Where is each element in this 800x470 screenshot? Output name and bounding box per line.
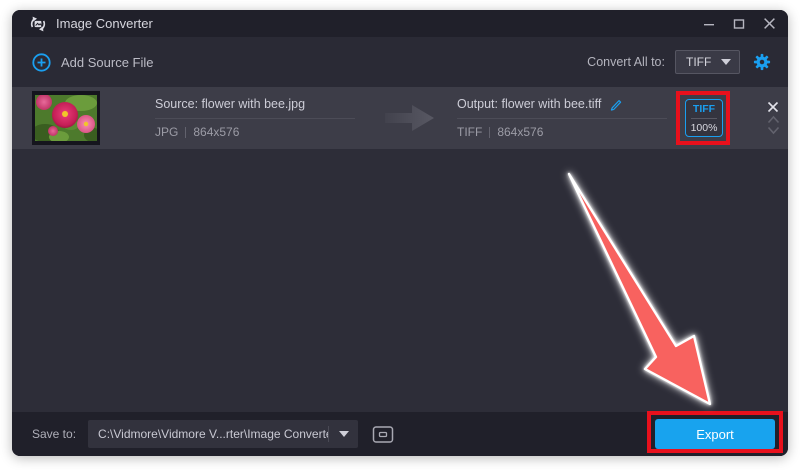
minimize-button[interactable]: [702, 17, 716, 31]
file-row-controls: [765, 101, 781, 135]
convert-all-format-dropdown[interactable]: TIFF: [675, 50, 740, 74]
browse-folder-button[interactable]: [370, 422, 396, 446]
chevron-up-icon: [767, 115, 780, 124]
flower-photo-image: [35, 95, 97, 141]
settings-button[interactable]: [752, 52, 772, 72]
remove-file-button[interactable]: [767, 101, 779, 113]
screenshot-stage: Image Converter Add Source F: [0, 0, 800, 470]
x-icon: [767, 101, 779, 113]
move-up-button[interactable]: [767, 115, 780, 124]
add-source-file-button[interactable]: Add Source File: [32, 53, 154, 72]
export-button[interactable]: Export: [655, 419, 775, 449]
folder-icon: [372, 425, 394, 444]
title-bar: Image Converter: [12, 10, 788, 37]
close-button[interactable]: [762, 17, 776, 31]
source-thumbnail[interactable]: [32, 91, 100, 145]
output-dimensions: 864x576: [497, 125, 543, 139]
badge-format-label: TIFF: [693, 103, 715, 118]
close-icon: [763, 17, 776, 30]
output-title-line: Output: flower with bee.tiff: [457, 97, 667, 118]
save-path-value: C:\Vidmore\Vidmore V...rter\Image Conver…: [88, 427, 328, 441]
output-format-badge[interactable]: TIFF 100%: [685, 99, 723, 137]
file-row[interactable]: Source: flower with bee.jpg JPG 864x576 …: [12, 87, 788, 149]
save-to-label: Save to:: [32, 427, 76, 441]
chevron-down-icon: [767, 126, 780, 135]
source-title: Source: flower with bee.jpg: [155, 97, 355, 118]
maximize-icon: [733, 18, 745, 30]
convert-all-to-label: Convert All to:: [587, 55, 665, 69]
app-window: Image Converter Add Source F: [12, 10, 788, 456]
output-format: TIFF: [457, 125, 482, 139]
toolbar-right: Convert All to: TIFF: [587, 50, 772, 74]
meta-divider: [185, 127, 186, 138]
save-path-select[interactable]: C:\Vidmore\Vidmore V...rter\Image Conver…: [88, 420, 358, 448]
file-list-empty-area: [12, 149, 788, 412]
maximize-button[interactable]: [732, 17, 746, 31]
arrow-right-icon: [385, 103, 435, 133]
footer-bar: Save to: C:\Vidmore\Vidmore V...rter\Ima…: [12, 412, 788, 456]
move-down-button[interactable]: [767, 126, 780, 135]
rename-output-button[interactable]: [609, 97, 623, 111]
source-meta: JPG 864x576: [155, 118, 355, 139]
source-dimensions: 864x576: [193, 125, 239, 139]
window-title: Image Converter: [56, 16, 153, 31]
gear-icon: [753, 53, 771, 71]
output-title: Output: flower with bee.tiff: [457, 97, 601, 111]
toolbar: Add Source File Convert All to: TIFF: [12, 37, 788, 87]
pencil-icon: [609, 97, 623, 111]
source-info: Source: flower with bee.jpg JPG 864x576: [155, 97, 355, 139]
add-source-file-label: Add Source File: [61, 55, 154, 70]
output-meta: TIFF 864x576: [457, 118, 667, 139]
caret-down-icon: [339, 431, 349, 437]
window-controls: [702, 17, 776, 31]
app-logo-icon: [28, 14, 48, 34]
source-format: JPG: [155, 125, 178, 139]
save-path-caret-cell[interactable]: [328, 426, 358, 442]
output-info: Output: flower with bee.tiff TIFF 864x57…: [457, 97, 667, 139]
plus-circle-icon: [32, 53, 51, 72]
caret-down-icon: [721, 59, 731, 65]
meta-divider: [489, 127, 490, 138]
minimize-icon: [703, 18, 715, 30]
format-selected-value: TIFF: [686, 55, 711, 69]
badge-quality-label: 100%: [691, 119, 718, 134]
